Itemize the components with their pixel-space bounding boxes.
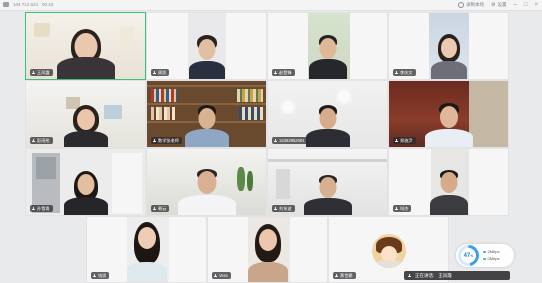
settings-button[interactable]: ⚙ 设置 — [491, 2, 506, 8]
mic-icon — [395, 206, 398, 211]
window-titlebar: 104 712 624 · 00:43 录制本场 ⚙ 设置 – □ × — [0, 0, 542, 11]
minimize-icon[interactable]: – — [514, 1, 517, 9]
signal-icon — [3, 2, 9, 7]
name-tag: 叫杰 — [393, 205, 412, 212]
name-tag: 周凯 — [151, 69, 170, 76]
name-tag: 郑施尹 — [393, 137, 416, 144]
name-tag: 钱凯 — [91, 272, 110, 279]
upload-rate: 2Mbps — [483, 248, 500, 255]
mic-icon — [32, 138, 35, 143]
name-tag: 数学张老师 — [151, 137, 182, 144]
video-tile[interactable]: 赵登锋 — [267, 12, 388, 80]
video-tile[interactable]: 周凯 — [146, 12, 267, 80]
name-tag: 黄世豪 — [333, 272, 356, 279]
mic-icon — [214, 273, 217, 278]
video-tile[interactable]: 15382952091 — [267, 80, 388, 148]
mic-icon — [274, 138, 277, 143]
mic-icon — [153, 138, 156, 143]
mic-icon — [395, 70, 398, 75]
mic-icon — [93, 273, 96, 278]
mic-icon — [395, 138, 398, 143]
name-tag: 李庆文 — [393, 69, 416, 76]
video-tile[interactable]: 钱凯 — [86, 216, 207, 283]
name-tag: 刘东波 — [272, 205, 295, 212]
mic-icon — [32, 206, 35, 211]
mic-icon — [335, 273, 338, 278]
cartoon-avatar — [372, 234, 406, 268]
gear-icon: ⚙ — [491, 2, 496, 8]
mic-icon — [153, 70, 156, 75]
name-tag: 彭雨彤 — [30, 137, 53, 144]
name-tag: Vera — [212, 272, 231, 279]
name-tag: 王凤霞 — [30, 69, 53, 76]
name-tag: 朝云 — [151, 205, 170, 212]
video-tile[interactable]: 刘东波 — [267, 148, 388, 216]
download-rate: 0Mbps — [483, 255, 500, 262]
close-icon[interactable]: × — [534, 1, 538, 9]
name-tag: 15382952091 — [272, 137, 308, 144]
speaking-indicator: 正在讲话: 王凤霞 — [404, 271, 510, 280]
mic-icon — [274, 206, 277, 211]
maximize-icon[interactable]: □ — [524, 1, 528, 9]
mic-icon — [32, 70, 35, 75]
network-speed-widget[interactable]: 47% 2Mbps 0Mbps — [456, 244, 514, 267]
video-tile[interactable]: 叫杰 — [388, 148, 509, 216]
video-tile[interactable]: 郑施尹 — [388, 80, 509, 148]
video-grid: 王凤霞 周凯 赵登锋 李庆文 彭雨彤 数学张老师 15382952091 郑施尹… — [0, 0, 542, 283]
mic-icon — [153, 206, 156, 211]
video-tile[interactable]: Vera — [207, 216, 328, 283]
video-tile[interactable]: 王凤霞 — [25, 12, 146, 80]
meeting-info: 104 712 624 · 00:43 — [13, 2, 54, 7]
mic-icon — [274, 70, 277, 75]
record-button[interactable]: 录制本场 — [458, 2, 484, 8]
name-tag: 赵登锋 — [272, 69, 295, 76]
record-icon — [458, 2, 465, 8]
video-tile[interactable]: 数学张老师 — [146, 80, 267, 148]
video-tile[interactable]: 彭雨彤 — [25, 80, 146, 148]
mic-icon — [408, 273, 411, 278]
name-tag: 孙雪青 — [30, 205, 53, 212]
progress-ring: 47% — [458, 245, 479, 266]
video-tile[interactable]: 李庆文 — [388, 12, 509, 80]
video-tile[interactable]: 孙雪青 — [25, 148, 146, 216]
video-tile[interactable]: 朝云 — [146, 148, 267, 216]
